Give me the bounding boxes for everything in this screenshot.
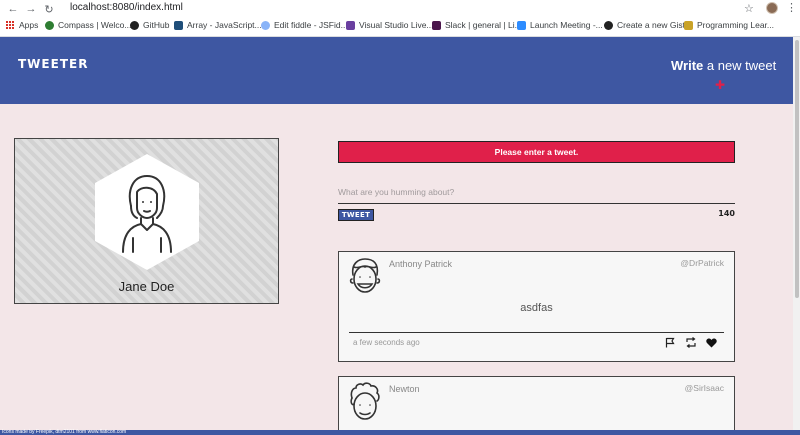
forward-icon[interactable]: →: [24, 2, 38, 16]
profile-card: Jane Doe: [14, 138, 279, 304]
heart-icon[interactable]: [705, 336, 718, 349]
browser-profile-avatar[interactable]: [766, 2, 778, 14]
address-bar[interactable]: localhost:8080/index.html: [70, 2, 183, 13]
bookmark-label: Programming Lear...: [697, 20, 775, 30]
folder-icon: [684, 20, 693, 30]
compose-toggle[interactable]: Write a new tweet: [671, 58, 776, 73]
tweet-body: asdfas: [520, 302, 553, 314]
tweet-actions: [663, 336, 718, 349]
retweet-icon[interactable]: [684, 336, 697, 349]
woman-avatar-icon: [122, 175, 172, 253]
bookmark-label: Visual Studio Live...: [359, 20, 434, 30]
bookmark-label: Create a new Gist: [617, 20, 686, 30]
tweet-input[interactable]: [338, 180, 735, 204]
browser-toolbar: ← → ↻ localhost:8080/index.html ☆ ⋮: [0, 0, 800, 18]
tweet-card: Newton @SirIsaac: [338, 376, 735, 435]
tweet-author-handle[interactable]: @SirIsaac: [685, 383, 724, 393]
browser-menu-icon[interactable]: ⋮: [786, 1, 797, 14]
jsfiddle-icon: [261, 20, 270, 30]
bookmark-jsfiddle[interactable]: Edit fiddle - JSFid...: [261, 20, 348, 30]
bookmark-vs-live[interactable]: Visual Studio Live...: [346, 20, 434, 30]
github-icon: [130, 20, 139, 30]
github-icon: [604, 20, 613, 30]
profile-name: Jane Doe: [118, 279, 175, 294]
bookmark-label: Array - JavaScript...: [187, 20, 262, 30]
compose-title-rest: a new tweet: [703, 58, 777, 73]
bookmark-label: Slack | general | Li...: [445, 20, 522, 30]
tweet-author-name[interactable]: Newton: [389, 384, 420, 394]
bookmark-label: Edit fiddle - JSFid...: [274, 20, 348, 30]
compose-title-bold: Write: [671, 58, 704, 73]
bookmark-array[interactable]: Array - JavaScript...: [174, 20, 262, 30]
flag-icon[interactable]: [663, 336, 676, 349]
credit-bar: Icons made by Freepik, dtm2101 from www.…: [0, 429, 800, 435]
bookmark-github[interactable]: GitHub: [130, 20, 169, 30]
bookmark-label: Compass | Welco...: [58, 20, 132, 30]
curly-hair-avatar-icon: [350, 382, 380, 420]
compass-icon: [45, 20, 54, 30]
bookmark-compass[interactable]: Compass | Welco...: [45, 20, 131, 30]
vs-live-icon: [346, 20, 355, 30]
bookmark-slack[interactable]: Slack | general | Li...: [432, 20, 522, 30]
tweet-footer: a few seconds ago: [349, 332, 724, 356]
app-header: TWEETER Write a new tweet ✚: [0, 37, 793, 104]
icon-credit-text[interactable]: Icons made by Freepik, dtm2101 from www.…: [2, 429, 126, 435]
bookmark-star-icon[interactable]: ☆: [744, 2, 754, 15]
apps-grid-icon: [6, 20, 15, 30]
bookmark-label: Launch Meeting -...: [530, 20, 603, 30]
character-counter: 140: [718, 209, 735, 218]
slack-icon: [432, 20, 441, 30]
scrollbar-thumb[interactable]: [795, 40, 799, 298]
avatar-hexagon: [95, 154, 199, 270]
zoom-icon: [517, 20, 526, 30]
tweet-card: Anthony Patrick @DrPatrick asdfas a few …: [338, 251, 735, 362]
bookmark-launch-meeting[interactable]: Launch Meeting -...: [517, 20, 603, 30]
chevron-down-icon[interactable]: ✚: [715, 78, 725, 92]
mdn-icon: [174, 20, 183, 30]
bookmark-programming[interactable]: Programming Lear...: [684, 20, 774, 30]
tweet-author-handle[interactable]: @DrPatrick: [680, 258, 724, 268]
tweet-timestamp: a few seconds ago: [353, 338, 420, 347]
bookmarks-bar: Apps Compass | Welco... GitHub Array - J…: [0, 19, 800, 35]
app-logo[interactable]: TWEETER: [18, 57, 88, 71]
tweet-author-name[interactable]: Anthony Patrick: [389, 259, 452, 269]
man-avatar-icon: [349, 258, 381, 293]
error-banner: Please enter a tweet.: [338, 141, 735, 163]
reload-icon[interactable]: ↻: [42, 2, 56, 16]
bookmark-label: GitHub: [143, 20, 170, 30]
bookmark-gist[interactable]: Create a new Gist: [604, 20, 685, 30]
back-icon[interactable]: ←: [6, 2, 20, 16]
tweet-button[interactable]: TWEET: [338, 209, 374, 221]
bookmark-label: Apps: [19, 20, 39, 30]
bookmark-apps[interactable]: Apps: [6, 20, 38, 30]
browser-chrome: ← → ↻ localhost:8080/index.html ☆ ⋮ Apps…: [0, 0, 800, 37]
